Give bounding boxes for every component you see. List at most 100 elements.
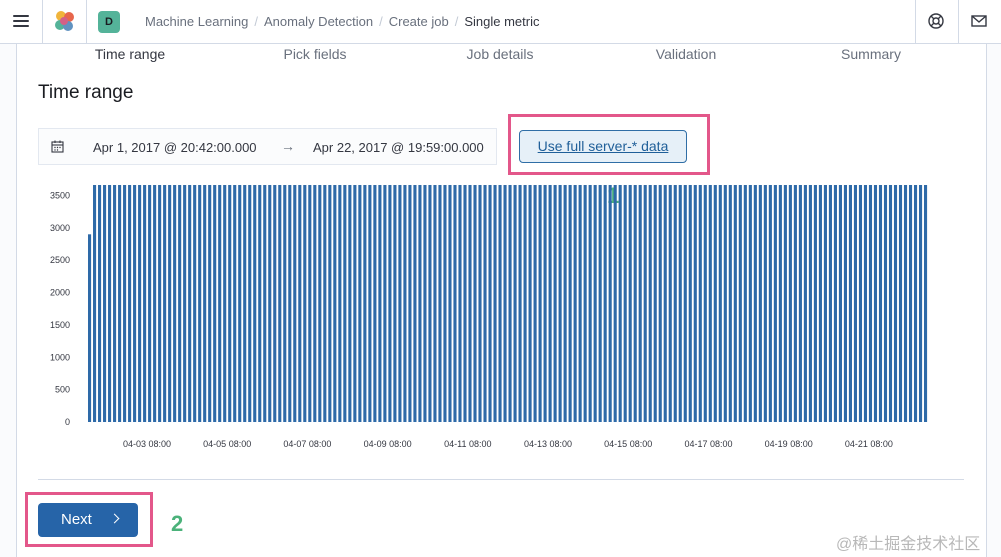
x-tick-label: 04-13 08:00 [524, 439, 572, 449]
mail-icon[interactable] [970, 12, 988, 30]
start-date[interactable]: Apr 1, 2017 @ 20:42:00.000 [93, 140, 257, 155]
y-tick-label: 0 [65, 417, 70, 427]
step-time-range[interactable]: Time range [95, 46, 165, 62]
chart-bar [613, 185, 617, 422]
chart-bar [643, 185, 647, 422]
header-divider [86, 0, 87, 43]
top-header: D Machine Learning / Anomaly Detection / Cre… [0, 0, 1001, 44]
chart-bar [843, 185, 847, 422]
chart-bar [303, 185, 307, 422]
use-full-data-button[interactable]: Use full server-* data [519, 130, 687, 163]
chart-bar [188, 185, 192, 422]
chart-bar [273, 185, 277, 422]
header-divider [42, 0, 43, 43]
chart-bar [488, 185, 492, 422]
chart-bar [513, 185, 517, 422]
x-tick-label: 04-09 08:00 [364, 439, 412, 449]
date-range-picker: Apr 1, 2017 @ 20:42:00.000 → Apr 22, 201… [38, 128, 497, 165]
chart-bar [163, 185, 167, 422]
y-tick-label: 3500 [50, 190, 70, 200]
chart-bar [578, 185, 582, 422]
chart-bar [423, 185, 427, 422]
chart-bar [253, 185, 257, 422]
chart-bar [923, 185, 928, 422]
chart-bar [593, 185, 597, 422]
help-icon[interactable] [927, 12, 945, 30]
chart-bar [493, 185, 497, 422]
chart-bar [228, 185, 232, 422]
chart-bar [88, 234, 92, 422]
x-tick-label: 04-17 08:00 [684, 439, 732, 449]
step-pick-fields[interactable]: Pick fields [283, 46, 346, 62]
chart-bar [158, 185, 162, 422]
chart-bar [258, 185, 262, 422]
end-date[interactable]: Apr 22, 2017 @ 19:59:00.000 [313, 140, 484, 155]
x-tick-label: 04-03 08:00 [123, 439, 171, 449]
chart-bar [798, 185, 802, 422]
step-summary[interactable]: Summary [841, 46, 901, 62]
chart-bar [528, 185, 532, 422]
breadcrumb-single-metric: Single metric [464, 14, 540, 29]
annotation-number: 2 [171, 511, 184, 536]
chart-bar [838, 185, 842, 422]
chart-bar [783, 185, 787, 422]
chart-bar [873, 185, 878, 422]
breadcrumb-machine-learning[interactable]: Machine Learning [145, 14, 248, 29]
chart-bar [713, 185, 717, 422]
breadcrumb-create-job[interactable]: Create job [389, 14, 449, 29]
chart-bar [693, 185, 697, 422]
chart-bar [288, 185, 292, 422]
breadcrumb-separator: / [454, 14, 459, 29]
chart-bar [503, 185, 507, 422]
chart-bar [898, 185, 903, 422]
kibana-logo[interactable] [52, 9, 78, 33]
chart-bar [533, 185, 537, 422]
chart-bar [358, 185, 362, 422]
header-divider [915, 0, 916, 43]
chart-bar [213, 185, 217, 422]
chart-bar [828, 185, 832, 422]
chart-bar [108, 185, 112, 422]
chart-bar [298, 185, 302, 422]
chart-bar [223, 185, 227, 422]
divider [38, 479, 964, 480]
breadcrumb-anomaly-detection[interactable]: Anomaly Detection [264, 14, 373, 29]
y-tick-label: 3000 [50, 223, 70, 233]
calendar-icon[interactable] [51, 140, 64, 153]
breadcrumb-separator: / [379, 14, 383, 29]
y-tick-label: 2000 [50, 288, 70, 298]
next-button[interactable]: Next [38, 503, 138, 537]
header-divider [958, 0, 959, 43]
x-tick-label: 04-19 08:00 [765, 439, 813, 449]
chart-bar [148, 185, 152, 422]
chart-bar [343, 185, 347, 422]
chart-bar [718, 185, 722, 422]
space-avatar[interactable]: D [98, 11, 120, 33]
chart-bar [203, 185, 207, 422]
chart-bar [633, 185, 637, 422]
breadcrumb: Machine Learning / Anomaly Detection / Creat… [145, 14, 539, 29]
chart-bar [788, 185, 792, 422]
step-job-details[interactable]: Job details [467, 46, 534, 62]
chart-bar [168, 185, 172, 422]
chart-bar [448, 185, 452, 422]
y-tick-label: 2500 [50, 255, 70, 265]
page-title: Time range [38, 82, 134, 103]
chart-bar [398, 185, 402, 422]
chart-bar [793, 185, 797, 422]
chart-bar [723, 185, 727, 422]
chart-bar [703, 185, 707, 422]
chart-bar [753, 185, 757, 422]
step-validation[interactable]: Validation [656, 46, 716, 62]
x-tick-label: 04-07 08:00 [283, 439, 331, 449]
chart-bar [728, 185, 732, 422]
chart-bar [618, 185, 622, 422]
wizard-steps: Time range Pick fields Job details Valid… [0, 45, 1001, 65]
chart-bar [778, 185, 782, 422]
menu-icon[interactable] [13, 15, 29, 27]
chart-bar [863, 185, 868, 422]
chart-bar [123, 185, 127, 422]
chart-bar [508, 185, 512, 422]
chart-bar [128, 185, 132, 422]
chart-bar [648, 185, 652, 422]
